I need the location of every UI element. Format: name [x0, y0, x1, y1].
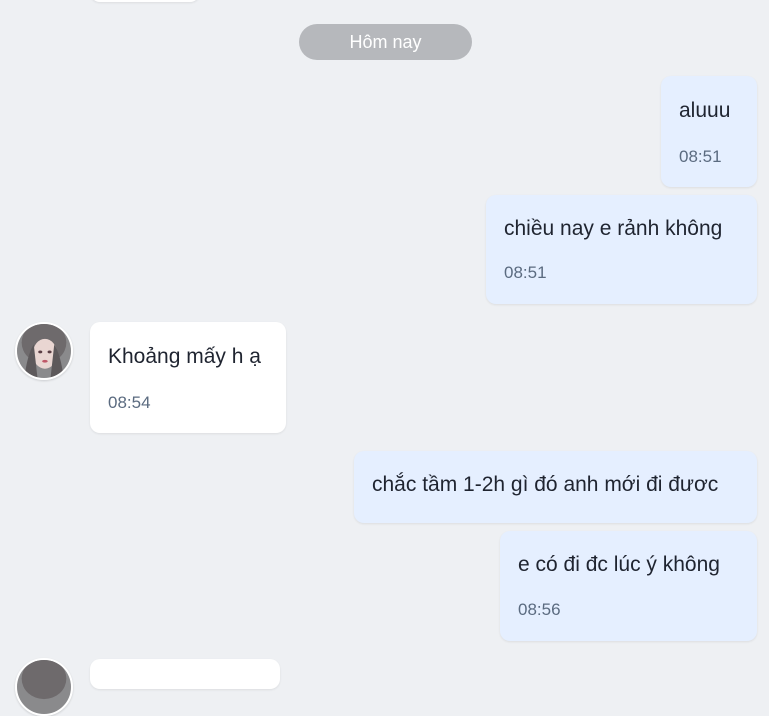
message-bubble-outgoing[interactable]: e có đi đc lúc ý không 08:56 [500, 531, 757, 641]
message-bubble-outgoing[interactable]: chiều nay e rảnh không 08:51 [486, 195, 757, 304]
contact-avatar-image [17, 324, 71, 378]
message-time: 08:51 [679, 147, 722, 166]
message-bubble-outgoing[interactable]: chắc tầm 1-2h gì đó anh mới đi đươc [354, 451, 757, 523]
message-text: e có đi đc lúc ý không [518, 553, 720, 576]
message-bubble-outgoing[interactable]: aluuu 08:51 [661, 76, 757, 187]
contact-avatar-image [17, 660, 71, 714]
chat-message-area[interactable]: Hôm nay aluuu 08:51 chiều nay e rảnh khô… [0, 0, 769, 716]
contact-avatar-partial[interactable] [15, 658, 73, 716]
message-text: Khoảng mấy h ạ [108, 345, 261, 368]
message-bubble-incoming[interactable]: Khoảng mấy h ạ 08:54 [90, 322, 286, 433]
date-separator: Hôm nay [299, 24, 472, 60]
message-text: chắc tầm 1-2h gì đó anh mới đi đươc [372, 473, 719, 496]
message-text: aluuu [679, 99, 731, 122]
message-bubble-partial-top[interactable] [90, 0, 200, 2]
message-text: chiều nay e rảnh không [504, 217, 723, 240]
message-time: 08:51 [504, 263, 547, 282]
message-time: 08:56 [518, 600, 561, 619]
message-time: 08:54 [108, 393, 151, 412]
contact-avatar[interactable] [15, 322, 73, 380]
